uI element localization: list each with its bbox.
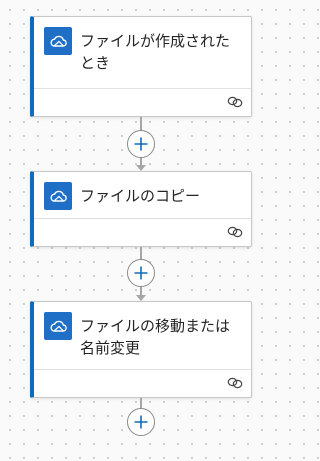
flow-step-card-trigger[interactable]: ファイルが作成されたとき — [30, 16, 252, 117]
flow-step-card-move-rename-file[interactable]: ファイルの移動または名前変更 — [30, 301, 252, 398]
card-header: ファイルのコピー — [34, 172, 251, 210]
add-step-button[interactable] — [127, 130, 155, 158]
connection-link-icon[interactable] — [227, 225, 243, 239]
connection-link-icon[interactable] — [227, 376, 243, 390]
plus-icon — [134, 266, 148, 280]
plus-icon — [134, 137, 148, 151]
card-footer — [34, 88, 251, 116]
step-title: ファイルの移動または名前変更 — [80, 317, 231, 357]
flow-step-card-copy-file[interactable]: ファイルのコピー — [30, 171, 252, 247]
connector-line — [140, 398, 142, 408]
connection-link-icon[interactable] — [227, 95, 243, 109]
add-step-button[interactable] — [127, 259, 155, 287]
onedrive-cloud-icon — [44, 312, 72, 340]
step-title: ファイルのコピー — [80, 187, 201, 205]
step-title: ファイルが作成されたとき — [80, 32, 231, 72]
onedrive-cloud-icon — [44, 182, 72, 210]
onedrive-cloud-icon — [44, 27, 72, 55]
plus-icon — [134, 415, 148, 429]
card-header: ファイルの移動または名前変更 — [34, 302, 251, 359]
card-footer — [34, 218, 251, 246]
card-footer — [34, 369, 251, 397]
add-step-button[interactable] — [127, 408, 155, 436]
card-header: ファイルが作成されたとき — [34, 17, 251, 74]
